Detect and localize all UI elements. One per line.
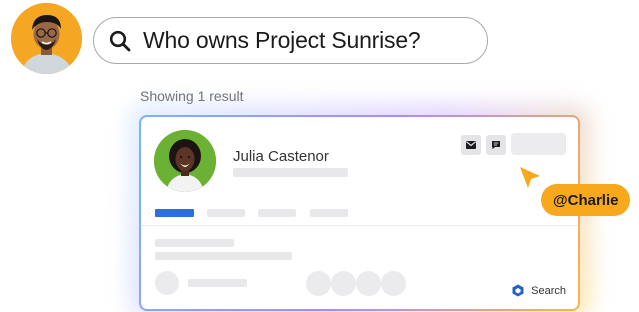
- tab-divider: [141, 225, 578, 226]
- action-button-placeholder[interactable]: [511, 133, 566, 155]
- result-card[interactable]: Julia Castenor Search: [139, 115, 580, 311]
- tab-placeholder[interactable]: [207, 209, 245, 217]
- collaborator-tag: @Charlie: [541, 184, 631, 216]
- profile-name[interactable]: Julia Castenor: [233, 148, 329, 165]
- chat-icon: [492, 141, 500, 150]
- mail-icon: [466, 141, 476, 149]
- tab-placeholder[interactable]: [258, 209, 296, 217]
- tab-active[interactable]: [155, 209, 194, 217]
- user-avatar: [11, 3, 82, 74]
- avatar-placeholder: [155, 271, 179, 295]
- profile-photo: [154, 130, 216, 192]
- avatar-placeholder: [331, 271, 356, 296]
- profile-subtitle-placeholder: [233, 168, 348, 177]
- cursor-arrow-icon: [520, 167, 540, 188]
- content-line-placeholder: [188, 279, 247, 287]
- content-line-placeholder: [155, 239, 234, 247]
- chat-button[interactable]: [486, 135, 506, 155]
- mail-button[interactable]: [461, 135, 481, 155]
- avatar-placeholder: [306, 271, 331, 296]
- product-badge[interactable]: Search: [512, 284, 566, 297]
- search-bar[interactable]: [93, 17, 488, 64]
- content-line-placeholder: [155, 252, 292, 260]
- search-input[interactable]: [143, 27, 473, 54]
- avatar-placeholder: [381, 271, 406, 296]
- product-label: Search: [531, 284, 566, 297]
- results-summary: Showing 1 result: [140, 88, 244, 104]
- avatar-placeholder: [356, 271, 381, 296]
- product-logo-icon: [512, 284, 524, 297]
- tab-placeholder[interactable]: [310, 209, 348, 217]
- search-icon: [109, 30, 131, 51]
